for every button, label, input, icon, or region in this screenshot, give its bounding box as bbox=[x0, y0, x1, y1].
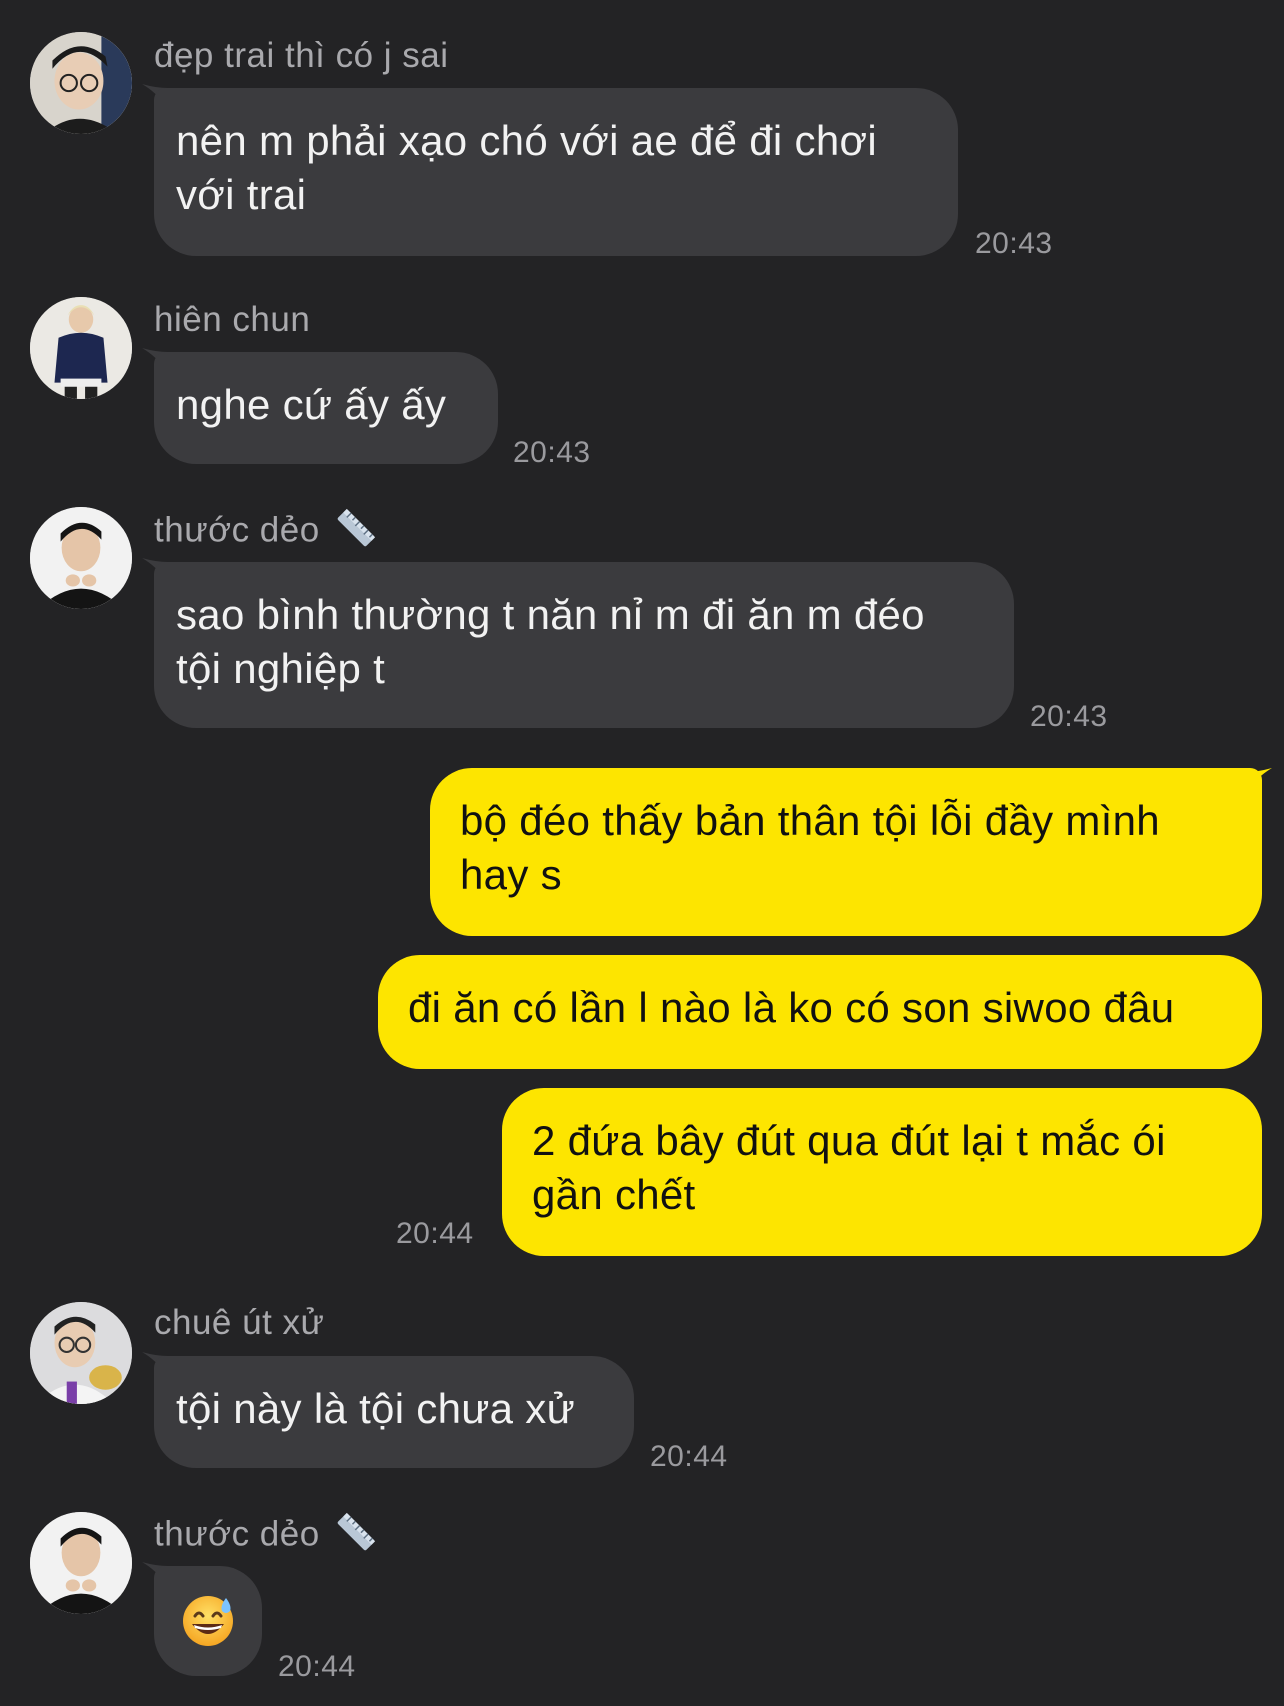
avatar-glasses-boy-icon bbox=[30, 32, 132, 134]
message-bubble[interactable]: bộ đéo thấy bản thân tội lỗi đầy mình ha… bbox=[430, 768, 1262, 936]
message-bubble[interactable]: đi ăn có lần l nào là ko có son siwoo đâ… bbox=[378, 955, 1262, 1069]
sender-name-text: thước dẻo bbox=[154, 510, 320, 550]
sender-name: chuê út xử bbox=[154, 1303, 325, 1342]
sender-name: hiên chun bbox=[154, 300, 311, 339]
sender-avatar[interactable] bbox=[30, 1302, 132, 1404]
sender-avatar[interactable] bbox=[30, 507, 132, 609]
sender-name: thước dẻo bbox=[154, 508, 380, 556]
message-bubble[interactable]: tội này là tội chưa xử bbox=[154, 1356, 634, 1468]
sender-name: thước dẻo bbox=[154, 1512, 380, 1560]
sender-avatar[interactable] bbox=[30, 1512, 132, 1614]
message-timestamp: 20:44 bbox=[396, 1217, 474, 1250]
avatar-black-shirt-boy-icon bbox=[30, 1512, 132, 1614]
ruler-icon bbox=[332, 1508, 380, 1556]
message-timestamp: 20:44 bbox=[278, 1650, 356, 1683]
message-timestamp: 20:44 bbox=[650, 1440, 728, 1473]
avatar-black-shirt-boy-icon bbox=[30, 507, 132, 609]
sender-avatar[interactable] bbox=[30, 32, 132, 134]
avatar-blonde-boy-icon bbox=[30, 297, 132, 399]
message-timestamp: 20:43 bbox=[513, 436, 591, 469]
message-timestamp: 20:43 bbox=[1030, 700, 1108, 733]
sender-name-text: thước dẻo bbox=[154, 1514, 320, 1554]
message-bubble[interactable]: sao bình thường t năn nỉ m đi ăn m đéo t… bbox=[154, 562, 1014, 728]
message-bubble[interactable] bbox=[154, 1566, 262, 1676]
message-bubble[interactable]: nghe cứ ấy ấy bbox=[154, 352, 498, 464]
sender-name: đẹp trai thì có j sai bbox=[154, 36, 449, 75]
message-bubble[interactable]: nên m phải xạo chó với ae để đi chơi với… bbox=[154, 88, 958, 256]
grinning-sweat-emoji bbox=[183, 1596, 233, 1646]
message-timestamp: 20:43 bbox=[975, 227, 1053, 260]
message-bubble[interactable]: 2 đứa bây đút qua đút lại t mắc ói gần c… bbox=[502, 1088, 1262, 1256]
avatar-glasses-gold-boy-icon bbox=[30, 1302, 132, 1404]
sender-avatar[interactable] bbox=[30, 297, 132, 399]
ruler-icon bbox=[332, 504, 380, 552]
